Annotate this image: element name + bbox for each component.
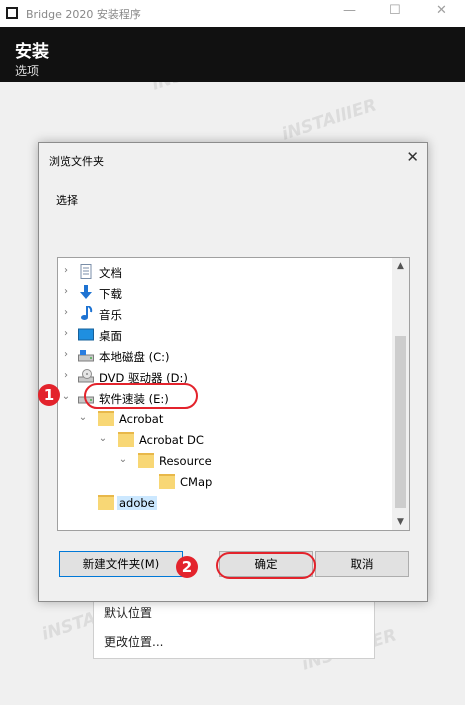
tree-item-downloads[interactable]: › 下载	[58, 283, 391, 303]
tree-scrollbar[interactable]: ▲ ▼	[392, 258, 409, 530]
folder-icon	[118, 432, 134, 447]
window-titlebar: Bridge 2020 安装程序 — ☐ ✕	[0, 0, 465, 27]
tree-item-label: Resource	[159, 454, 212, 468]
highlight-ring-ok	[216, 552, 316, 579]
tree-item-local-disk-c[interactable]: › 本地磁盘 (C:)	[58, 346, 391, 366]
window-close-button[interactable]: ✕	[436, 3, 447, 18]
tree-item-cmap[interactable]: CMap	[58, 472, 391, 492]
scroll-thumb[interactable]	[395, 336, 406, 508]
scroll-down-icon[interactable]: ▼	[392, 514, 409, 530]
tree-item-label: 文档	[99, 266, 122, 280]
dialog-close-button[interactable]: ✕	[406, 148, 419, 166]
collapse-icon[interactable]: ⌄	[118, 454, 128, 465]
folder-icon	[98, 411, 114, 426]
tree-item-documents[interactable]: › 文档	[58, 262, 391, 282]
watermark: iNSTAllIER	[279, 95, 380, 145]
tree-item-label: 下载	[99, 287, 122, 301]
local-disk-icon	[78, 350, 94, 362]
app-icon	[6, 7, 18, 19]
tree-item-label: 桌面	[99, 329, 122, 343]
expand-icon[interactable]: ›	[61, 307, 71, 318]
tree-item-desktop[interactable]: › 桌面	[58, 325, 391, 345]
tree-item-label: Acrobat DC	[139, 433, 204, 447]
music-icon	[81, 306, 93, 320]
tree-item-label: Acrobat	[119, 412, 164, 426]
tree-item-label: CMap	[180, 475, 213, 489]
cancel-button[interactable]: 取消	[315, 551, 409, 577]
tree-item-music[interactable]: › 音乐	[58, 304, 391, 324]
dvd-drive-icon	[78, 369, 94, 383]
folder-icon	[98, 495, 114, 510]
desktop-icon	[78, 328, 94, 341]
expand-icon[interactable]: ›	[61, 265, 71, 276]
folder-icon	[159, 474, 175, 489]
documents-icon	[80, 264, 92, 279]
expand-icon[interactable]: ›	[61, 328, 71, 339]
download-icon	[80, 285, 92, 299]
tree-item-label: 本地磁盘 (C:)	[99, 350, 170, 364]
window-title: Bridge 2020 安装程序	[26, 8, 141, 21]
page-title: 安装	[15, 42, 49, 62]
tree-item-label: 音乐	[99, 308, 122, 322]
tree-item-label: adobe	[117, 496, 157, 510]
minimize-button[interactable]: —	[343, 3, 356, 18]
dialog-title: 浏览文件夹	[49, 155, 104, 168]
expand-icon[interactable]: ›	[61, 370, 71, 381]
dialog-prompt: 选择	[56, 194, 78, 207]
scroll-up-icon[interactable]: ▲	[392, 258, 409, 274]
step-badge-1: 1	[38, 384, 60, 406]
folder-icon	[138, 453, 154, 468]
step-badge-2: 2	[176, 556, 198, 578]
collapse-icon[interactable]: ⌄	[98, 433, 108, 444]
tree-item-acrobat-dc[interactable]: ⌄ Acrobat DC	[58, 430, 391, 450]
maximize-button[interactable]: ☐	[389, 3, 401, 18]
expand-icon[interactable]: ›	[61, 349, 71, 360]
default-location-option[interactable]: 默认位置	[104, 604, 152, 621]
tree-item-resource[interactable]: ⌄ Resource	[58, 451, 391, 471]
new-folder-button[interactable]: 新建文件夹(M)	[59, 551, 183, 577]
tree-item-adobe[interactable]: adobe	[58, 493, 391, 513]
tree-item-acrobat[interactable]: ⌄ Acrobat	[58, 409, 391, 429]
highlight-ring-drive	[84, 383, 198, 409]
expand-icon[interactable]: ›	[61, 286, 71, 297]
collapse-icon[interactable]: ⌄	[61, 391, 71, 402]
browse-folder-dialog: 浏览文件夹 ✕ 选择 › 文档 › 下载 › 音乐 › 桌面 › 本地磁盘 (C…	[38, 142, 428, 602]
installer-header: 安装 选项	[0, 27, 465, 82]
change-location-option[interactable]: 更改位置...	[104, 633, 163, 650]
page-subtitle: 选项	[15, 64, 40, 78]
collapse-icon[interactable]: ⌄	[78, 412, 88, 423]
